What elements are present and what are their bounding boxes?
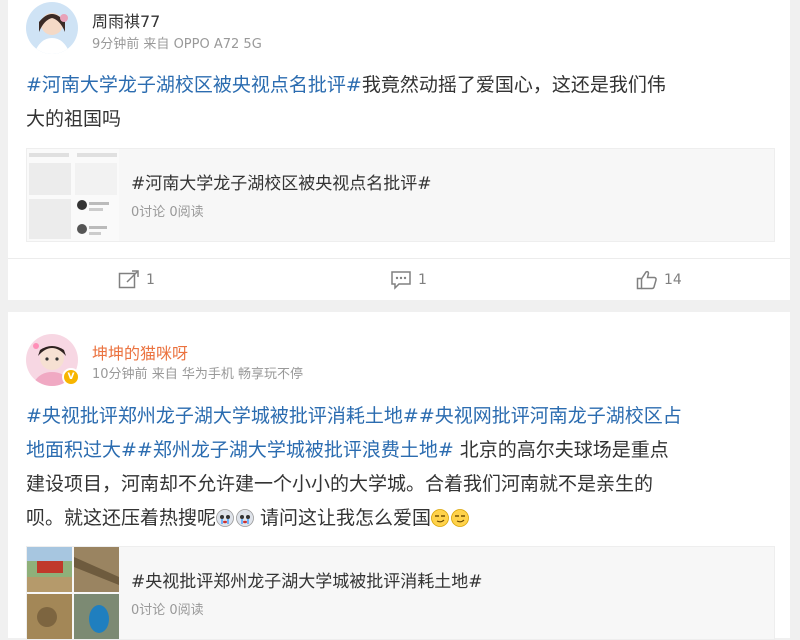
post-text-line: 呗。就这还压着热搜呢	[26, 507, 217, 529]
comment-icon	[391, 271, 411, 290]
post-text-line: 建设项目，河南却不允许建一个小小的大学城。合着我们河南就不是亲生的	[26, 473, 654, 495]
reference-thumbnail	[27, 547, 119, 639]
topic-link[interactable]: #央视批评郑州龙子湖大学城被批评消耗土地#	[26, 405, 419, 427]
post-text-line: 请问这让我怎么爱国	[254, 507, 432, 529]
like-count: 14	[664, 272, 682, 288]
crying-emoji-icon	[236, 504, 254, 527]
comment-button[interactable]: 1	[390, 268, 427, 292]
repost-icon	[118, 270, 139, 289]
reference-title[interactable]: #河南大学龙子湖校区被央视点名批评#	[131, 169, 432, 194]
crying-emoji-icon	[216, 504, 234, 527]
topic-reference-card[interactable]: #央视批评郑州龙子湖大学城被批评消耗土地# 0讨论 0阅读	[26, 546, 775, 640]
smirk-emoji-icon	[431, 504, 449, 527]
source-prefix: 来自	[143, 37, 170, 52]
post-source: 华为手机 畅享玩不停	[181, 367, 303, 382]
weibo-post-card: V 坤坤的猫咪呀 10分钟前 来自 华为手机 畅享玩不停 #央视批评郑州龙子湖大…	[8, 312, 790, 640]
post-source: OPPO A72 5G	[173, 37, 262, 52]
like-icon	[636, 270, 657, 290]
reference-thumbnail	[27, 149, 119, 241]
post-meta: 10分钟前 来自 华为手机 畅享玩不停	[92, 363, 303, 382]
topic-reference-card[interactable]: #河南大学龙子湖校区被央视点名批评# 0讨论 0阅读	[26, 148, 775, 242]
post-text: #央视批评郑州龙子湖大学城被批评消耗土地##央视网批评河南龙子湖校区占 地面积过…	[26, 399, 786, 535]
repost-count: 1	[146, 272, 155, 288]
username[interactable]: 周雨祺77	[92, 8, 160, 32]
verified-badge-icon: V	[62, 368, 80, 386]
topic-link[interactable]: 地面积过大#	[26, 439, 137, 461]
weibo-post-card: 周雨祺77 9分钟前 来自 OPPO A72 5G #河南大学龙子湖校区被央视点…	[8, 0, 790, 300]
post-text: #河南大学龙子湖校区被央视点名批评#我竟然动摇了爱国心，这还是我们伟 大的祖国吗	[26, 68, 776, 136]
repost-button[interactable]: 1	[118, 268, 155, 292]
reference-stats: 0讨论 0阅读	[131, 603, 204, 618]
topic-link[interactable]: #央视网批评河南龙子湖校区占	[419, 405, 682, 427]
comment-count: 1	[418, 272, 427, 288]
reference-stats: 0讨论 0阅读	[131, 205, 204, 220]
post-text-line: 北京的高尔夫球场是重点	[453, 439, 669, 461]
post-time[interactable]: 10分钟前	[92, 367, 148, 382]
avatar[interactable]	[26, 2, 78, 54]
topic-link[interactable]: #河南大学龙子湖校区被央视点名批评#	[26, 74, 362, 96]
smirk-emoji-icon	[451, 504, 469, 527]
post-text-line: 大的祖国吗	[26, 108, 122, 130]
divider	[8, 258, 790, 259]
username[interactable]: 坤坤的猫咪呀	[92, 340, 188, 364]
post-time[interactable]: 9分钟前	[92, 37, 139, 52]
source-prefix: 来自	[151, 367, 178, 382]
post-meta: 9分钟前 来自 OPPO A72 5G	[92, 33, 262, 52]
topic-link[interactable]: #郑州龙子湖大学城被批评浪费土地#	[137, 439, 454, 461]
reference-title[interactable]: #央视批评郑州龙子湖大学城被批评消耗土地#	[131, 567, 483, 592]
like-button[interactable]: 14	[636, 268, 682, 292]
post-text-line: 我竟然动摇了爱国心，这还是我们伟	[361, 74, 666, 96]
